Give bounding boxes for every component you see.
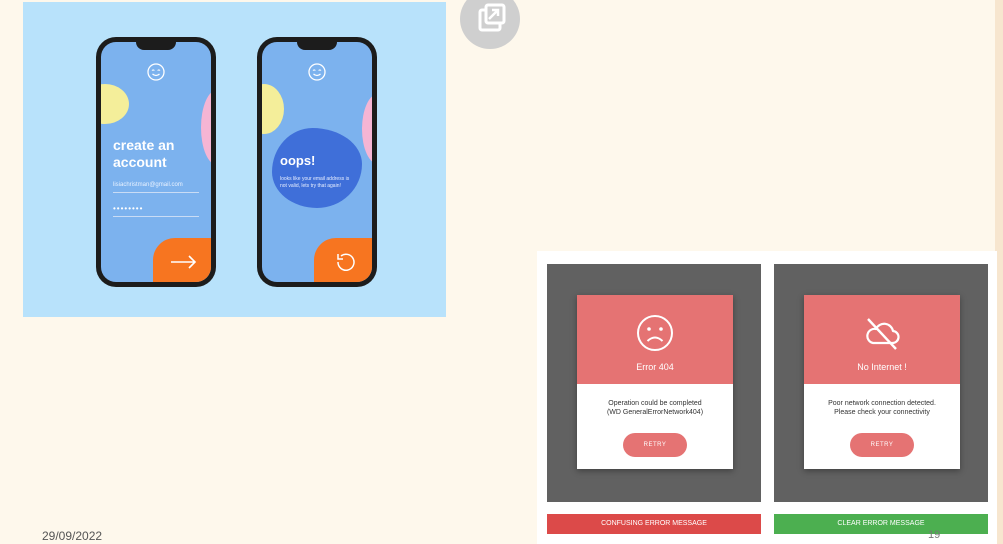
open-external-icon: [478, 3, 506, 32]
yellow-blob: [262, 84, 284, 134]
dialog-message-line: Please check your connectivity: [834, 409, 930, 416]
retry-button[interactable]: RETRY: [850, 433, 914, 457]
confusing-error-panel: Error 404 Operation could be completed (…: [547, 264, 761, 502]
password-field[interactable]: ••••••••: [113, 204, 143, 213]
dialog-message: Poor network connection detected. Please…: [804, 399, 960, 417]
cloud-off-icon: [866, 318, 900, 350]
confusing-error-caption: CONFUSING ERROR MESSAGE: [547, 514, 761, 534]
error-message-comparison: Error 404 Operation could be completed (…: [537, 251, 997, 544]
slide-date: 29/09/2022: [42, 529, 103, 543]
clear-error-caption: CLEAR ERROR MESSAGE: [774, 514, 988, 534]
dialog-message: Operation could be completed (WD General…: [577, 399, 733, 417]
yellow-blob: [101, 84, 129, 124]
oops-message: looks like your email address is not val…: [280, 176, 350, 189]
arrow-right-icon: [171, 255, 197, 269]
app-error-illustration: create an account lisiachristman@gmail.c…: [23, 2, 446, 317]
oops-bubble: [272, 128, 362, 208]
dialog-title: No Internet !: [857, 362, 907, 372]
dialog-message-line: Operation could be completed: [608, 400, 702, 407]
retry-action-button[interactable]: [314, 238, 372, 282]
phone-notch: [136, 42, 176, 50]
phone-notch: [297, 42, 337, 50]
phone-screen: oops! looks like your email address is n…: [262, 42, 372, 282]
phone-create-account: create an account lisiachristman@gmail.c…: [96, 37, 216, 287]
create-account-title: create an account: [113, 137, 175, 170]
email-field[interactable]: lisiachristman@gmail.com: [113, 182, 203, 188]
clear-error-panel: No Internet ! Poor network connection de…: [774, 264, 988, 502]
dialog-message-line: Poor network connection detected.: [828, 400, 936, 407]
error-dialog: No Internet ! Poor network connection de…: [804, 295, 960, 469]
smile-icon: [147, 63, 165, 81]
email-underline: [113, 192, 199, 193]
popout-button[interactable]: [460, 0, 520, 49]
slide-page-number: 19: [928, 529, 941, 541]
retry-button[interactable]: RETRY: [623, 433, 687, 457]
oops-title: oops!: [280, 153, 316, 168]
password-underline: [113, 216, 199, 217]
smile-icon: [308, 63, 326, 81]
error-dialog: Error 404 Operation could be completed (…: [577, 295, 733, 469]
phone-screen: create an account lisiachristman@gmail.c…: [101, 42, 211, 282]
sad-face-icon: [637, 315, 673, 351]
pink-blob: [362, 94, 372, 164]
next-button[interactable]: [153, 238, 211, 282]
dialog-header: No Internet !: [804, 295, 960, 384]
undo-icon: [337, 253, 355, 271]
phone-oops-error: oops! looks like your email address is n…: [257, 37, 377, 287]
dialog-title: Error 404: [636, 362, 674, 372]
dialog-header: Error 404: [577, 295, 733, 384]
dialog-message-line: (WD GeneralErrorNetwork404): [606, 409, 704, 416]
